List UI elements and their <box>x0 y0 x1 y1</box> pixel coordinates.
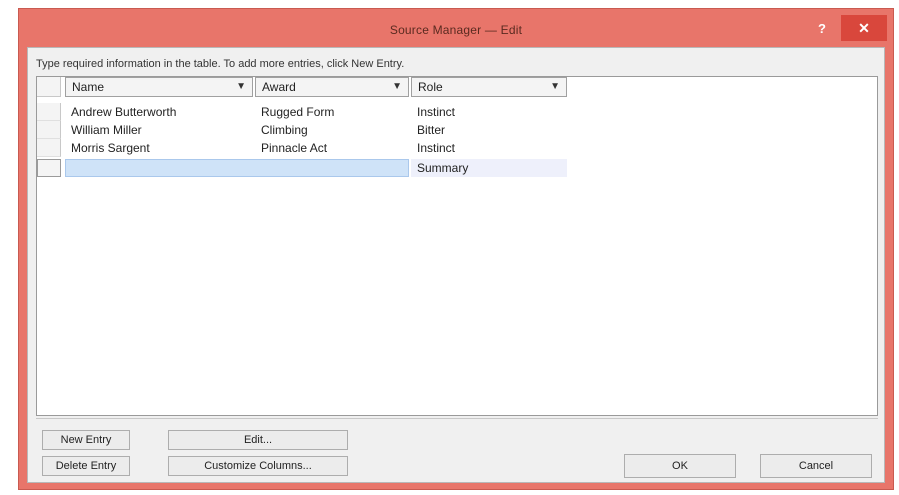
title-bar[interactable]: Source Manager — Edit ? ✕ <box>19 9 893 47</box>
new-entry-row[interactable]: Summary <box>37 159 877 177</box>
new-entry-button[interactable]: New Entry <box>42 430 130 450</box>
table-row[interactable]: William Miller Climbing Bitter <box>37 121 877 139</box>
row-selector[interactable] <box>37 121 61 139</box>
cell-award[interactable]: Climbing <box>255 121 409 139</box>
column-header-role[interactable]: Role ▼ <box>411 77 567 97</box>
delete-entry-button[interactable]: Delete Entry <box>42 456 130 476</box>
chevron-down-icon[interactable]: ▼ <box>236 78 246 96</box>
row-selector[interactable] <box>37 103 61 121</box>
cell-name[interactable]: Andrew Butterworth <box>65 103 253 121</box>
row-selector[interactable] <box>37 139 61 157</box>
column-header-label: Name <box>72 80 105 94</box>
table-row[interactable]: Andrew Butterworth Rugged Form Instinct <box>37 103 877 121</box>
cell-role[interactable]: Summary <box>411 159 567 177</box>
column-header-label: Award <box>262 80 296 94</box>
select-all-cell[interactable] <box>37 77 61 97</box>
dialog-window: Source Manager — Edit ? ✕ Type required … <box>18 8 894 490</box>
column-header-award[interactable]: Award ▼ <box>255 77 409 97</box>
cell-award[interactable]: Rugged Form <box>255 103 409 121</box>
grid-header: Name ▼ Award ▼ Role ▼ <box>37 77 877 97</box>
chevron-down-icon[interactable]: ▼ <box>392 78 402 96</box>
entries-grid: Name ▼ Award ▼ Role ▼ Andrew Butterworth… <box>36 76 878 416</box>
close-button[interactable]: ✕ <box>841 15 887 41</box>
table-row[interactable]: Morris Sargent Pinnacle Act Instinct <box>37 139 877 157</box>
column-header-label: Role <box>418 80 443 94</box>
row-selector[interactable] <box>37 159 61 177</box>
dialog-client-area: Type required information in the table. … <box>27 47 885 483</box>
cell-award[interactable]: Pinnacle Act <box>255 139 409 157</box>
cell-role[interactable]: Bitter <box>411 121 567 139</box>
column-header-name[interactable]: Name ▼ <box>65 77 253 97</box>
cell-new-entry-input[interactable] <box>65 159 409 177</box>
window-title: Source Manager — Edit <box>389 23 523 37</box>
help-button[interactable]: ? <box>811 19 833 39</box>
cell-role[interactable]: Instinct <box>411 103 567 121</box>
chevron-down-icon[interactable]: ▼ <box>550 78 560 96</box>
edit-button[interactable]: Edit... <box>168 430 348 450</box>
instructions-text: Type required information in the table. … <box>36 58 405 70</box>
ok-button[interactable]: OK <box>624 454 736 478</box>
customize-columns-button[interactable]: Customize Columns... <box>168 456 348 476</box>
cell-name[interactable]: William Miller <box>65 121 253 139</box>
cell-name[interactable]: Morris Sargent <box>65 139 253 157</box>
cell-role[interactable]: Instinct <box>411 139 567 157</box>
cancel-button[interactable]: Cancel <box>760 454 872 478</box>
divider <box>36 418 878 419</box>
